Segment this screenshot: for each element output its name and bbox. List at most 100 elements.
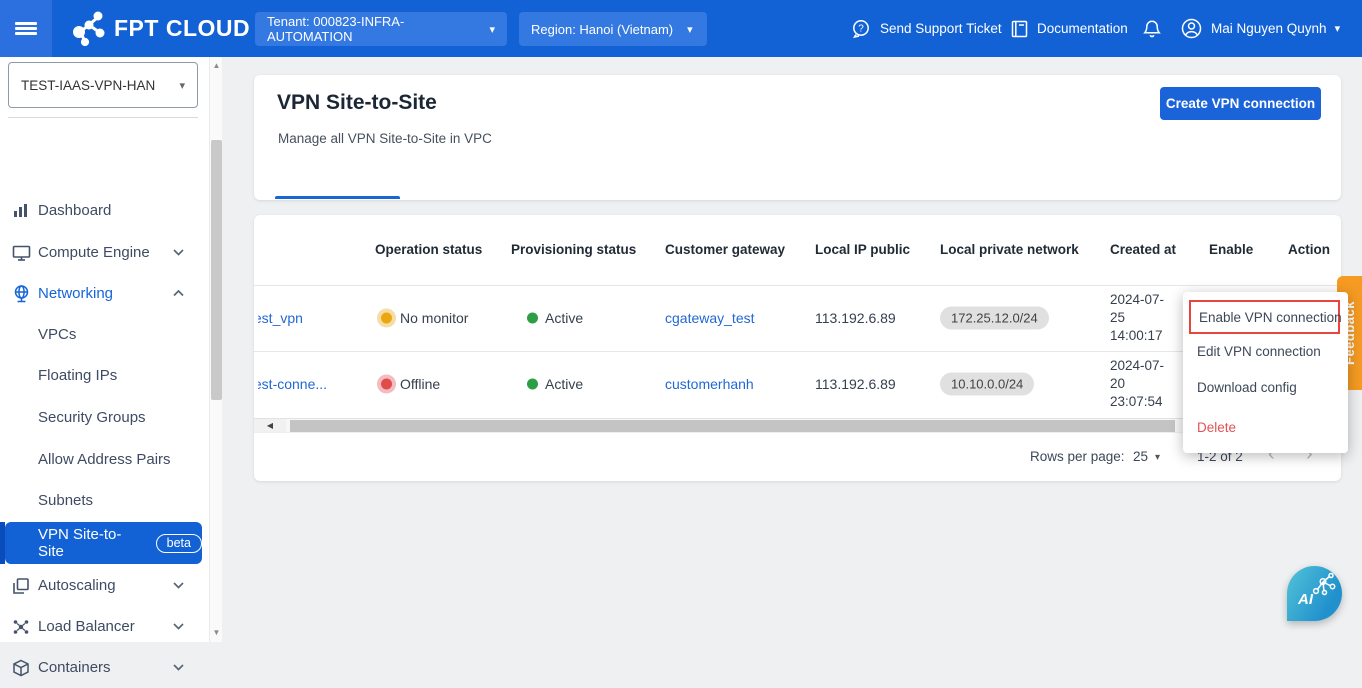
column-header-local-ip-public: Local IP public	[815, 242, 910, 257]
caret-down-icon: ▾	[1335, 22, 1341, 35]
sidebar-item-compute-engine[interactable]: Compute Engine	[0, 232, 209, 273]
local-private-network-chip: 10.10.0.0/24	[940, 373, 1034, 396]
vpn-name-link[interactable]: test-conne...	[258, 376, 348, 392]
created-at-text: 2024-07-2023:07:54	[1110, 357, 1164, 411]
sidebar-item-label: Floating IPs	[38, 367, 117, 384]
autoscaling-icon	[12, 577, 38, 595]
column-header-local-private-network: Local private network	[940, 242, 1079, 257]
networking-globe-icon	[12, 284, 38, 303]
support-chat-icon: ?	[851, 18, 872, 39]
svg-text:?: ?	[858, 24, 864, 35]
page-header-card: VPN Site-to-Site Manage all VPN Site-to-…	[254, 75, 1341, 200]
load-balancer-icon	[12, 618, 38, 636]
table-row: test-conne... Offline Active customerhan…	[254, 351, 1341, 417]
operation-status-text: Offline	[400, 376, 440, 392]
sidebar-item-dashboard[interactable]: Dashboard	[0, 190, 209, 231]
sidebar-item-label: Dashboard	[38, 202, 111, 219]
sidebar-item-containers[interactable]: Containers	[0, 647, 209, 688]
region-dropdown[interactable]: Region: Hanoi (Vietnam) ▾	[519, 12, 707, 46]
status-dot-active	[527, 379, 538, 390]
create-vpn-connection-button[interactable]: Create VPN connection	[1160, 87, 1321, 120]
sidebar-item-security-groups[interactable]: Security Groups	[0, 397, 209, 438]
operation-status-text: No monitor	[400, 310, 468, 326]
sidebar-item-vpcs[interactable]: VPCs	[0, 314, 209, 355]
documentation-button[interactable]: Documentation	[1010, 0, 1128, 57]
chevron-down-icon	[172, 663, 185, 672]
sidebar-item-load-balancer[interactable]: Load Balancer	[0, 606, 209, 647]
scroll-left-button[interactable]: ◀	[254, 419, 286, 432]
region-label: Region: Hanoi (Vietnam)	[531, 22, 673, 37]
sidebar-item-subnets[interactable]: Subnets	[0, 480, 209, 521]
user-avatar-icon	[1180, 17, 1203, 40]
scroll-left-icon: ◀	[267, 421, 273, 430]
ai-label: AI	[1298, 591, 1313, 608]
ai-molecule-icon	[1309, 572, 1337, 598]
beta-badge: beta	[156, 534, 202, 553]
customer-gateway-link[interactable]: customerhanh	[665, 376, 754, 392]
customer-gateway-link[interactable]: cgateway_test	[665, 310, 755, 326]
caret-down-icon: ▾	[179, 79, 185, 92]
send-support-ticket-label: Send Support Ticket	[880, 21, 1002, 36]
compute-engine-icon	[12, 244, 38, 262]
hamburger-icon	[15, 20, 37, 38]
rows-per-page-select[interactable]: 25	[1133, 449, 1148, 464]
horizontal-scrollbar-thumb[interactable]	[290, 420, 1175, 432]
scroll-up-icon[interactable]: ▲	[210, 59, 223, 73]
sidebar-item-networking[interactable]: Networking	[0, 273, 209, 314]
table-row: test_vpn No monitor Active cgateway_test…	[254, 285, 1341, 351]
menu-item-edit-vpn-connection[interactable]: Edit VPN connection	[1197, 344, 1321, 359]
menu-item-label: Enable VPN connection	[1199, 310, 1342, 325]
sidebar-item-autoscaling[interactable]: Autoscaling	[0, 565, 209, 606]
hamburger-menu-button[interactable]	[0, 0, 52, 57]
sidebar-item-label: Security Groups	[38, 409, 146, 426]
sidebar-item-allow-address-pairs[interactable]: Allow Address Pairs	[0, 439, 209, 480]
dashboard-icon	[12, 202, 38, 220]
tenant-label: Tenant: 000823-INFRA-AUTOMATION	[267, 14, 475, 44]
sidebar-scrollbar[interactable]: ▲ ▼	[209, 57, 222, 642]
vpc-selector-value: TEST-IAAS-VPN-HAN	[21, 78, 155, 93]
notifications-button[interactable]	[1142, 0, 1162, 57]
sidebar-item-floating-ips[interactable]: Floating IPs	[0, 355, 209, 396]
column-header-action: Action	[1288, 242, 1330, 257]
fpt-cloud-molecule-icon	[68, 8, 108, 48]
caret-down-icon[interactable]: ▾	[1155, 452, 1160, 463]
chevron-up-icon	[172, 289, 185, 298]
menu-item-enable-vpn-connection[interactable]: Enable VPN connection	[1189, 300, 1340, 334]
vpn-name-link[interactable]: test_vpn	[258, 310, 348, 326]
brand-text: FPT CLOUD	[114, 15, 250, 42]
sidebar-item-label: VPCs	[38, 326, 76, 343]
sidebar-scrollbar-thumb[interactable]	[211, 140, 222, 400]
rows-per-page-label: Rows per page:	[1030, 449, 1125, 464]
scroll-down-icon[interactable]: ▼	[210, 626, 223, 640]
status-dot-offline	[381, 379, 392, 390]
sidebar: TEST-IAAS-VPN-HAN ▾ Dashboard Compute En…	[0, 57, 222, 642]
sidebar-item-label: Networking	[38, 285, 113, 302]
chevron-down-icon	[172, 581, 185, 590]
provisioning-status-text: Active	[545, 376, 583, 392]
sidebar-item-vpn-site-to-site[interactable]: VPN Site-to-Site beta	[5, 522, 202, 564]
send-support-ticket-button[interactable]: ? Send Support Ticket	[851, 0, 1002, 57]
caret-down-icon: ▾	[687, 23, 693, 36]
menu-item-delete[interactable]: Delete	[1197, 420, 1236, 435]
user-name: Mai Nguyen Quynh	[1211, 21, 1327, 36]
sidebar-item-label: Allow Address Pairs	[38, 451, 171, 468]
brand-logo[interactable]: FPT CLOUD	[68, 8, 250, 48]
user-menu[interactable]: Mai Nguyen Quynh ▾	[1180, 0, 1340, 57]
row-action-menu: Enable VPN connection Edit VPN connectio…	[1183, 292, 1348, 453]
ai-assistant-button[interactable]: AI	[1287, 566, 1342, 621]
active-tab-underline	[275, 196, 400, 199]
local-private-network-chip: 172.25.12.0/24	[940, 307, 1049, 330]
local-ip-public-text: 113.192.6.89	[815, 376, 896, 392]
vpc-selector-dropdown[interactable]: TEST-IAAS-VPN-HAN ▾	[8, 62, 198, 108]
provisioning-status-text: Active	[545, 310, 583, 326]
sidebar-item-label: Autoscaling	[38, 577, 116, 594]
sidebar-item-label: Containers	[38, 659, 111, 676]
horizontal-scrollbar[interactable]: ◀	[254, 418, 1341, 433]
tenant-dropdown[interactable]: Tenant: 000823-INFRA-AUTOMATION ▾	[255, 12, 507, 46]
column-header-enable: Enable	[1209, 242, 1253, 257]
menu-item-download-config[interactable]: Download config	[1197, 380, 1297, 395]
documentation-label: Documentation	[1037, 21, 1128, 36]
top-bar: FPT CLOUD Tenant: 000823-INFRA-AUTOMATIO…	[0, 0, 1362, 57]
created-at-text: 2024-07-2514:00:17	[1110, 291, 1164, 345]
sidebar-item-label: Load Balancer	[38, 618, 135, 635]
